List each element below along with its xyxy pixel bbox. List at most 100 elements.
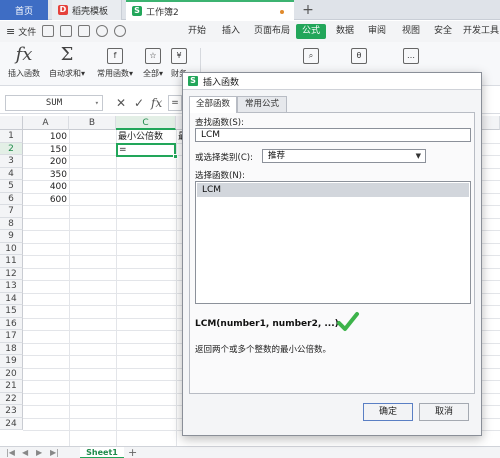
- menu-view[interactable]: 视图: [396, 21, 426, 42]
- lookup-button[interactable]: ⌕: [300, 44, 322, 68]
- active-cell-c2[interactable]: =: [116, 143, 178, 159]
- cancel-button[interactable]: 取消: [419, 403, 469, 421]
- grid-line: [176, 130, 177, 446]
- hamburger-icon: ≡: [6, 25, 16, 38]
- menu-security[interactable]: 安全: [428, 21, 458, 42]
- cell-a2[interactable]: 150: [23, 144, 69, 157]
- row-header-16[interactable]: 16: [0, 317, 23, 330]
- ok-button[interactable]: 确定: [363, 403, 413, 421]
- cell-a1[interactable]: 100: [23, 131, 69, 144]
- dialog-panel: 查找函数(S): LCM 或选择类别(C): 推荐 ▼ 选择函数(N): LCM…: [189, 112, 475, 394]
- cell-c1[interactable]: 最小公倍数: [118, 131, 176, 144]
- search-function-input[interactable]: LCM: [195, 128, 471, 142]
- row-header-14[interactable]: 14: [0, 292, 23, 305]
- undo-icon[interactable]: [96, 25, 108, 37]
- fx-icon[interactable]: fx: [151, 95, 162, 111]
- menu-formula[interactable]: 公式: [296, 24, 327, 39]
- row-header-3[interactable]: 3: [0, 155, 23, 168]
- row-header-2[interactable]: 2: [0, 142, 23, 155]
- row-header-18[interactable]: 18: [0, 342, 23, 355]
- common-functions-button[interactable]: f 常用函数▾: [92, 44, 138, 79]
- tab-home[interactable]: 首页: [0, 0, 48, 20]
- row-header-10[interactable]: 10: [0, 242, 23, 255]
- function-list[interactable]: LCM: [195, 181, 471, 304]
- autosum-button[interactable]: Σ 自动求和▾: [46, 44, 88, 79]
- row-header-9[interactable]: 9: [0, 230, 23, 243]
- new-tab-button[interactable]: +: [300, 0, 316, 20]
- tab-common-formulas[interactable]: 常用公式: [237, 96, 287, 112]
- chevron-down-icon: ▾: [94, 99, 99, 107]
- select-all-corner[interactable]: [0, 116, 23, 130]
- folder-icon[interactable]: [42, 25, 54, 37]
- cell-a4[interactable]: 350: [23, 169, 69, 182]
- row-header-19[interactable]: 19: [0, 355, 23, 368]
- row-header-21[interactable]: 21: [0, 380, 23, 393]
- row-header-7[interactable]: 7: [0, 205, 23, 218]
- checkmark-icon: [337, 312, 359, 331]
- cell-a6[interactable]: 600: [23, 194, 69, 207]
- next-sheet-button[interactable]: ▶: [36, 447, 42, 458]
- confirm-formula-button[interactable]: ✓: [134, 95, 144, 111]
- row-header-13[interactable]: 13: [0, 280, 23, 293]
- last-sheet-button[interactable]: ▶|: [50, 447, 59, 458]
- first-sheet-button[interactable]: |◀: [6, 447, 15, 458]
- chevron-down-icon: ▼: [415, 152, 421, 160]
- category-select[interactable]: 推荐 ▼: [262, 149, 426, 163]
- row-header-1[interactable]: 1: [0, 130, 23, 143]
- row-header-4[interactable]: 4: [0, 167, 23, 180]
- row-header-15[interactable]: 15: [0, 305, 23, 318]
- other-functions-button[interactable]: …: [400, 44, 422, 68]
- row-header-5[interactable]: 5: [0, 180, 23, 193]
- math-button[interactable]: θ: [348, 44, 370, 68]
- cell-a3[interactable]: 200: [23, 156, 69, 169]
- menu-start[interactable]: 开始: [180, 21, 214, 42]
- column-header-c[interactable]: C: [116, 116, 176, 130]
- column-header-b[interactable]: B: [69, 116, 116, 130]
- column-header-a[interactable]: A: [23, 116, 69, 130]
- insert-function-button[interactable]: fx 插入函数: [6, 44, 42, 79]
- redo-icon[interactable]: [114, 25, 126, 37]
- grid-line: [116, 130, 117, 446]
- dialog-title-bar[interactable]: S 插入函数: [183, 73, 481, 90]
- name-box-value: SUM: [45, 98, 63, 108]
- prev-sheet-button[interactable]: ◀: [22, 447, 28, 458]
- fill-handle[interactable]: [173, 154, 178, 159]
- formula-input[interactable]: =: [168, 95, 182, 111]
- save-icon[interactable]: [60, 25, 72, 37]
- category-value: 推荐: [268, 151, 286, 161]
- row-header-23[interactable]: 23: [0, 405, 23, 418]
- list-item-lcm[interactable]: LCM: [197, 183, 469, 197]
- spreadsheet-icon: S: [188, 76, 198, 86]
- cell-a5[interactable]: 400: [23, 181, 69, 194]
- tab-template[interactable]: D 稻壳模板: [52, 0, 122, 20]
- tab-workbook[interactable]: S 工作簿2: [126, 0, 294, 20]
- add-sheet-button[interactable]: +: [128, 447, 137, 458]
- star-icon: ☆: [145, 48, 161, 64]
- row-header-24[interactable]: 24: [0, 417, 23, 430]
- cancel-formula-button[interactable]: ✕: [116, 95, 126, 111]
- menu-review[interactable]: 审阅: [362, 21, 392, 42]
- name-box[interactable]: SUM ▾: [5, 95, 103, 111]
- row-header-6[interactable]: 6: [0, 192, 23, 205]
- all-functions-button[interactable]: ☆ 全部▾: [140, 44, 166, 79]
- row-header-8[interactable]: 8: [0, 217, 23, 230]
- row-header-12[interactable]: 12: [0, 267, 23, 280]
- row-header-22[interactable]: 22: [0, 392, 23, 405]
- row-header-20[interactable]: 20: [0, 367, 23, 380]
- menu-page-layout[interactable]: 页面布局: [250, 21, 294, 42]
- dialog-title: 插入函数: [203, 77, 240, 88]
- print-icon[interactable]: [78, 25, 90, 37]
- menu-data[interactable]: 数据: [330, 21, 360, 42]
- function-syntax: LCM(number1, number2, ...): [195, 319, 339, 329]
- insert-function-dialog: S 插入函数 全部函数 常用公式 查找函数(S): LCM 或选择类别(C): …: [182, 72, 482, 436]
- menu-developer[interactable]: 开发工具: [462, 21, 500, 42]
- row-header-17[interactable]: 17: [0, 330, 23, 343]
- file-menu[interactable]: ≡ 文件: [6, 21, 36, 42]
- sheet-tab-sheet1[interactable]: Sheet1: [80, 447, 124, 458]
- menu-bar: ≡ 文件 开始 插入 页面布局 公式 数据 审阅 视图 安全 开发工具: [0, 21, 500, 42]
- tab-all-functions[interactable]: 全部函数: [189, 96, 237, 113]
- row-header-11[interactable]: 11: [0, 255, 23, 268]
- menu-insert[interactable]: 插入: [214, 21, 248, 42]
- template-icon: D: [58, 5, 68, 15]
- more-icon: …: [403, 48, 419, 64]
